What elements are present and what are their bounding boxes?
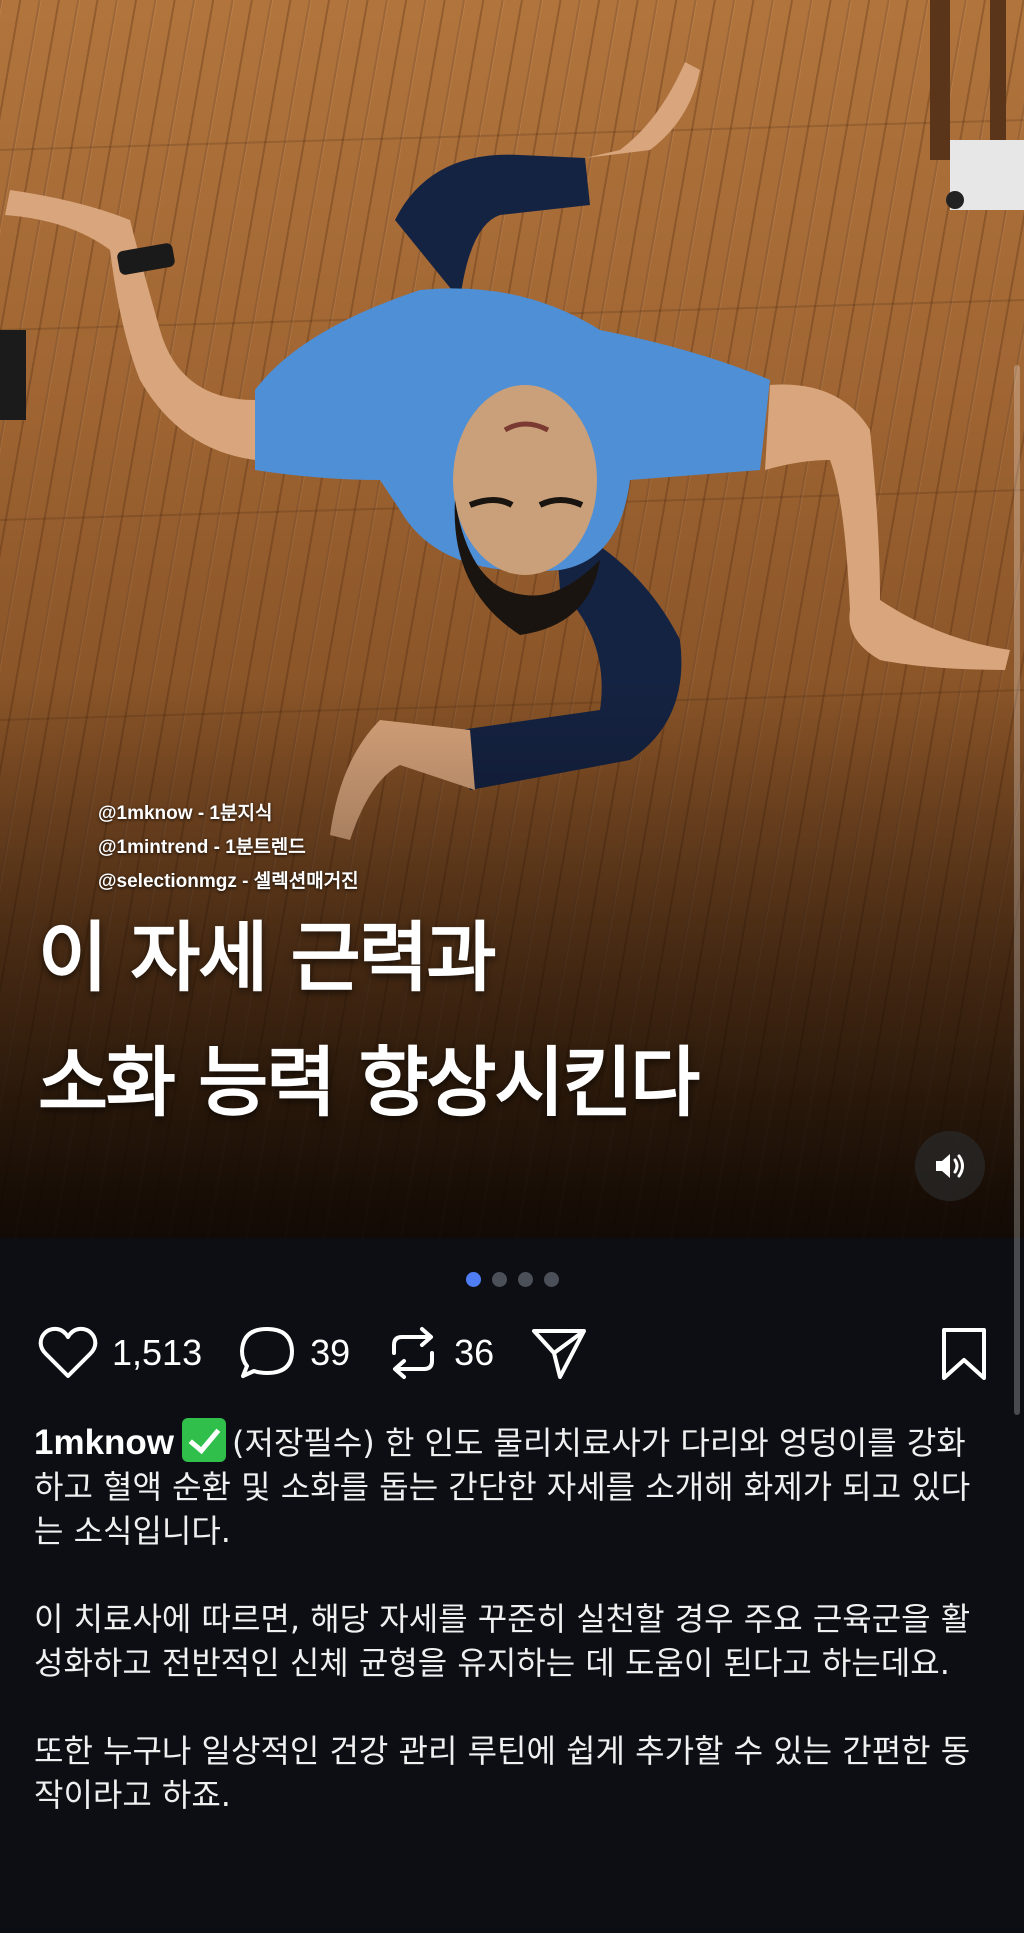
credit-line: @1mintrend - 1분트렌드 <box>98 837 306 858</box>
repost-count: 36 <box>454 1332 495 1373</box>
speaker-icon <box>936 1154 964 1178</box>
action-bar: 1,513 39 36 <box>38 1322 988 1384</box>
comment-bubble-icon <box>240 1327 295 1378</box>
caption-paragraph: 또한 누구나 일상적인 건강 관리 루틴에 쉽게 추가할 수 있는 간편한 동작… <box>34 1732 971 1814</box>
username-link[interactable]: 1mknow <box>34 1423 174 1462</box>
bookmark-icon <box>942 1328 986 1380</box>
headline-line: 이 자세 근력과 <box>38 913 496 1002</box>
repost-icon <box>392 1327 435 1379</box>
carousel-dot[interactable] <box>491 1272 507 1287</box>
carousel-indicator <box>0 1272 1024 1287</box>
caption-paragraph: 1mknow (저장필수) 한 인도 물리치료사가 다리와 엉덩이를 강화하고 혈… <box>34 1418 994 1553</box>
send-icon <box>532 1329 587 1379</box>
check-badge-icon <box>182 1418 227 1462</box>
post-media[interactable]: @1mknow - 1분지식 @1mintrend - 1분트렌드 @selec… <box>0 0 1024 1238</box>
heart-icon <box>38 1326 98 1378</box>
share-button[interactable] <box>530 1325 588 1381</box>
headline-overlay: 이 자세 근력과 소화 능력 향상시킨다 <box>38 895 700 1145</box>
carousel-dot-active[interactable] <box>465 1272 481 1287</box>
comment-count: 39 <box>310 1332 351 1373</box>
repost-button[interactable]: 36 <box>386 1325 494 1381</box>
credits-overlay: @1mknow - 1분지식 @1mintrend - 1분트렌드 @selec… <box>98 797 359 899</box>
like-count: 1,513 <box>112 1332 203 1373</box>
scrollbar[interactable] <box>1014 365 1020 1415</box>
sound-toggle-button[interactable] <box>915 1131 985 1201</box>
credit-line: @selectionmgz - 셀렉션매거진 <box>98 871 359 892</box>
caption-text: (저장필수) 한 인도 물리치료사가 다리와 엉덩이를 강화하고 혈액 순환 및… <box>34 1424 971 1550</box>
headline-line: 소화 능력 향상시킨다 <box>38 1038 700 1127</box>
like-button[interactable]: 1,513 <box>38 1326 202 1380</box>
carousel-dot[interactable] <box>543 1272 559 1287</box>
post-caption: 1mknow (저장필수) 한 인도 물리치료사가 다리와 엉덩이를 강화하고 혈… <box>34 1418 994 1861</box>
credit-line: @1mknow - 1분지식 <box>98 803 273 824</box>
comment-button[interactable]: 39 <box>238 1325 350 1381</box>
caption-paragraph: 이 치료사에 따르면, 해당 자세를 꾸준히 실천할 경우 주요 근육군을 활성… <box>34 1600 971 1682</box>
carousel-dot[interactable] <box>517 1272 533 1287</box>
save-button[interactable] <box>940 1326 988 1386</box>
